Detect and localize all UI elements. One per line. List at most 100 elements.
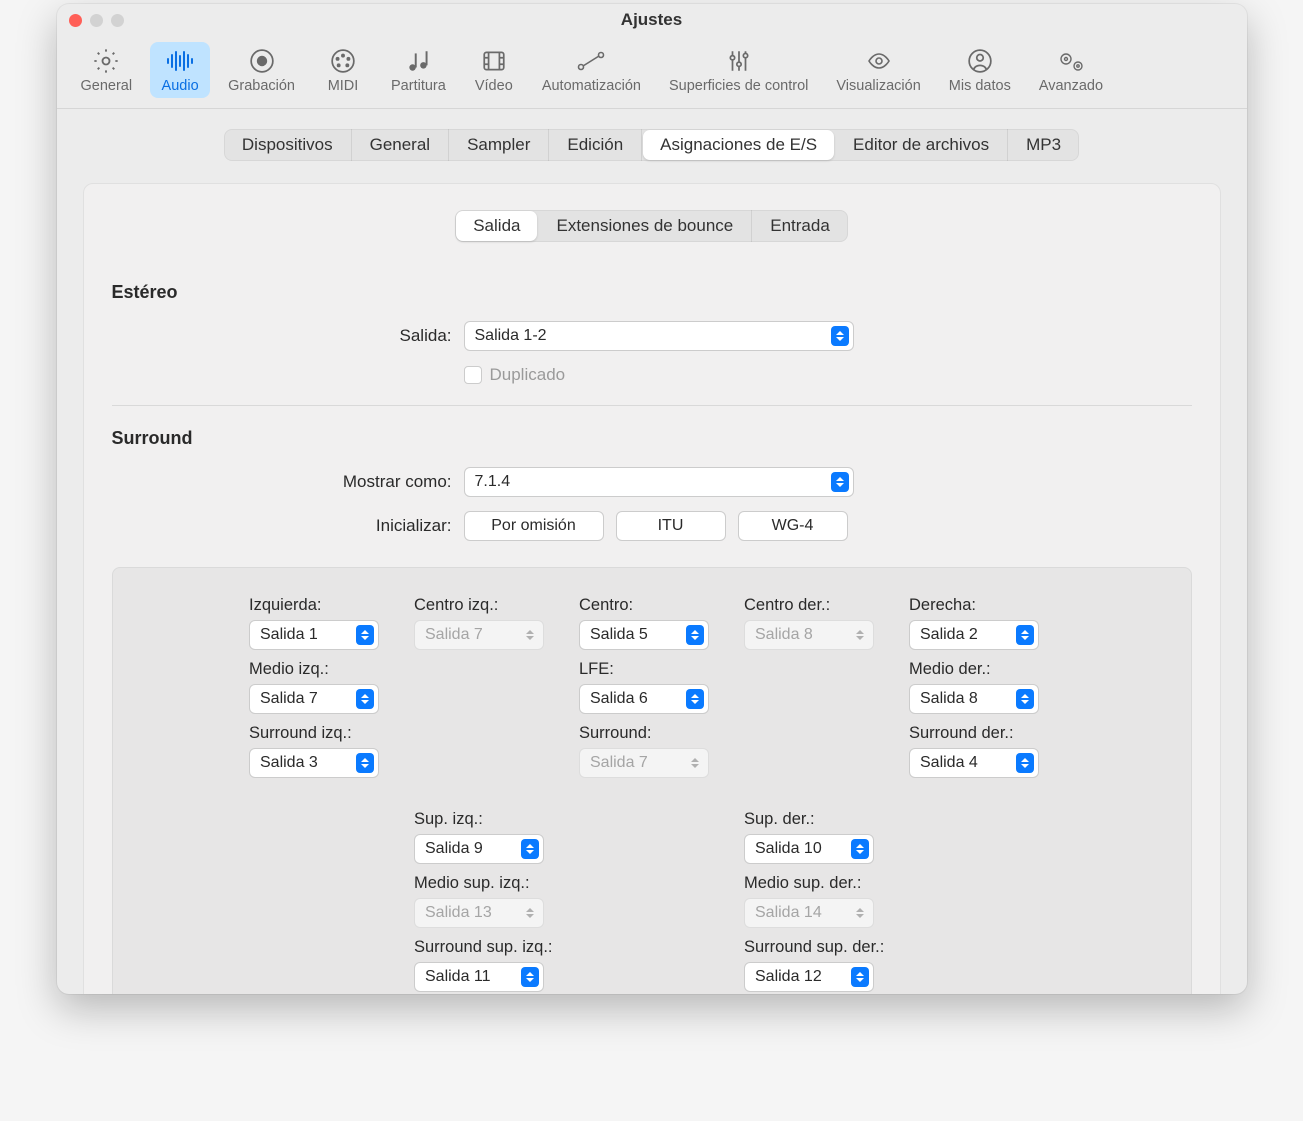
- tab-devices[interactable]: Dispositivos: [224, 129, 352, 161]
- channel-select-center[interactable]: Salida 5: [579, 620, 709, 650]
- channel-select-mid-right[interactable]: Salida 8: [909, 684, 1039, 714]
- subtab-bounce-extensions[interactable]: Extensiones de bounce: [538, 210, 752, 242]
- minimize-window-button[interactable]: [90, 14, 103, 27]
- channel-value: Salida 12: [755, 968, 822, 986]
- channel-select-lfe[interactable]: Salida 6: [579, 684, 709, 714]
- channel-value: Salida 11: [425, 968, 491, 986]
- toolbar-score[interactable]: Partitura: [381, 42, 456, 98]
- channel-label: Medio der.:: [909, 660, 1054, 679]
- channel-select-left[interactable]: Salida 1: [249, 620, 379, 650]
- subtab-input[interactable]: Entrada: [752, 210, 848, 242]
- toolbar-advanced[interactable]: Avanzado: [1029, 42, 1113, 98]
- traffic-lights: [69, 14, 124, 27]
- channel-label: Sup. izq.:: [414, 810, 559, 829]
- channel-select-center-right: Salida 8: [744, 620, 874, 650]
- channel-value: Salida 13: [425, 904, 492, 922]
- user-icon: [967, 47, 993, 75]
- channel-value: Salida 7: [590, 754, 648, 772]
- channel-value: Salida 7: [425, 626, 483, 644]
- show-as-value: 7.1.4: [475, 473, 511, 491]
- channel-select-top-mid-left: Salida 13: [414, 898, 544, 928]
- chevron-updown-icon: [356, 625, 374, 645]
- tab-file-editor[interactable]: Editor de archivos: [835, 129, 1008, 161]
- channel-value: Salida 9: [425, 840, 483, 858]
- wg4-button[interactable]: WG-4: [738, 511, 848, 541]
- channel-label: Centro der.:: [744, 596, 889, 615]
- stereo-section-title: Estéreo: [112, 282, 1192, 303]
- channel-select-top-surr-right[interactable]: Salida 12: [744, 962, 874, 992]
- toolbar-midi[interactable]: MIDI: [313, 42, 373, 98]
- channel-center-left: Centro izq.: Salida 7: [414, 596, 559, 650]
- toolbar-audio[interactable]: Audio: [150, 42, 210, 98]
- itu-button[interactable]: ITU: [616, 511, 726, 541]
- channel-select-mid-left[interactable]: Salida 7: [249, 684, 379, 714]
- channel-select-center-left: Salida 7: [414, 620, 544, 650]
- tab-editing[interactable]: Edición: [549, 129, 642, 161]
- channel-label: Derecha:: [909, 596, 1054, 615]
- duplicate-checkbox[interactable]: [464, 366, 482, 384]
- toolbar-recording[interactable]: Grabación: [218, 42, 305, 98]
- surround-matrix: Izquierda:Salida 1Centro izq.:Salida 7Ce…: [112, 567, 1192, 994]
- chevron-updown-icon: [356, 753, 374, 773]
- channel-value: Salida 10: [755, 840, 822, 858]
- channel-label: Medio izq.:: [249, 660, 394, 679]
- channel-label: Surround sup. izq.:: [414, 938, 559, 957]
- channel-right: Derecha: Salida 2: [909, 596, 1054, 650]
- channel-select-top-mid-right: Salida 14: [744, 898, 874, 928]
- channel-value: Salida 8: [755, 626, 813, 644]
- channel-select-top-right[interactable]: Salida 10: [744, 834, 874, 864]
- channel-value: Salida 1: [260, 626, 318, 644]
- chevron-updown-icon: [851, 903, 869, 923]
- tab-general[interactable]: General: [352, 129, 449, 161]
- channel-select-top-surr-left[interactable]: Salida 11: [414, 962, 544, 992]
- stereo-output-select[interactable]: Salida 1-2: [464, 321, 854, 351]
- surround-section-title: Surround: [112, 428, 1192, 449]
- channel-value: Salida 3: [260, 754, 318, 772]
- chevron-updown-icon: [686, 689, 704, 709]
- tab-io-assignments[interactable]: Asignaciones de E/S: [643, 130, 834, 160]
- channel-label: Centro izq.:: [414, 596, 559, 615]
- toolbar-my-data[interactable]: Mis datos: [939, 42, 1021, 98]
- close-window-button[interactable]: [69, 14, 82, 27]
- show-as-select[interactable]: 7.1.4: [464, 467, 854, 497]
- zoom-window-button[interactable]: [111, 14, 124, 27]
- subtab-output[interactable]: Salida: [456, 211, 537, 241]
- window-title: Ajustes: [621, 10, 682, 30]
- channel-select-top-left[interactable]: Salida 9: [414, 834, 544, 864]
- channel-select-surround-left[interactable]: Salida 3: [249, 748, 379, 778]
- channel-value: Salida 14: [755, 904, 822, 922]
- channel-mid-left: Medio izq.: Salida 7: [249, 660, 394, 714]
- duplicate-label: Duplicado: [490, 365, 566, 385]
- channel-left: Izquierda: Salida 1: [249, 596, 394, 650]
- chevron-updown-icon: [831, 326, 849, 346]
- toolbar-display[interactable]: Visualización: [826, 42, 930, 98]
- tab-mp3[interactable]: MP3: [1008, 129, 1079, 161]
- stereo-output-label: Salida:: [112, 326, 452, 346]
- channel-surround-right: Surround der.: Salida 4: [909, 724, 1054, 778]
- gears-icon: [1056, 47, 1086, 75]
- film-icon: [481, 47, 507, 75]
- channel-select-right[interactable]: Salida 2: [909, 620, 1039, 650]
- channel-value: Salida 6: [590, 690, 648, 708]
- gear-icon: [92, 47, 120, 75]
- chevron-updown-icon: [851, 625, 869, 645]
- toolbar-control-surfaces[interactable]: Superficies de control: [659, 42, 818, 98]
- channel-label: Surround der.:: [909, 724, 1054, 743]
- channel-select-surround: Salida 7: [579, 748, 709, 778]
- channel-label: Medio sup. der.:: [744, 874, 889, 893]
- channel-value: Salida 7: [260, 690, 318, 708]
- channel-top-mid-right: Medio sup. der.: Salida 14: [744, 874, 889, 928]
- channel-select-surround-right[interactable]: Salida 4: [909, 748, 1039, 778]
- chevron-updown-icon: [1016, 625, 1034, 645]
- divider: [112, 405, 1192, 406]
- default-button[interactable]: Por omisión: [464, 511, 604, 541]
- eye-icon: [864, 47, 894, 75]
- toolbar-video[interactable]: Vídeo: [464, 42, 524, 98]
- tab-sampler[interactable]: Sampler: [449, 129, 549, 161]
- toolbar-automation[interactable]: Automatización: [532, 42, 651, 98]
- toolbar-general[interactable]: General: [71, 42, 143, 98]
- channel-label: Surround izq.:: [249, 724, 394, 743]
- channel-label: Izquierda:: [249, 596, 394, 615]
- io-direction-tabs: Salida Extensiones de bounce Entrada: [455, 210, 848, 242]
- channel-label: Medio sup. izq.:: [414, 874, 559, 893]
